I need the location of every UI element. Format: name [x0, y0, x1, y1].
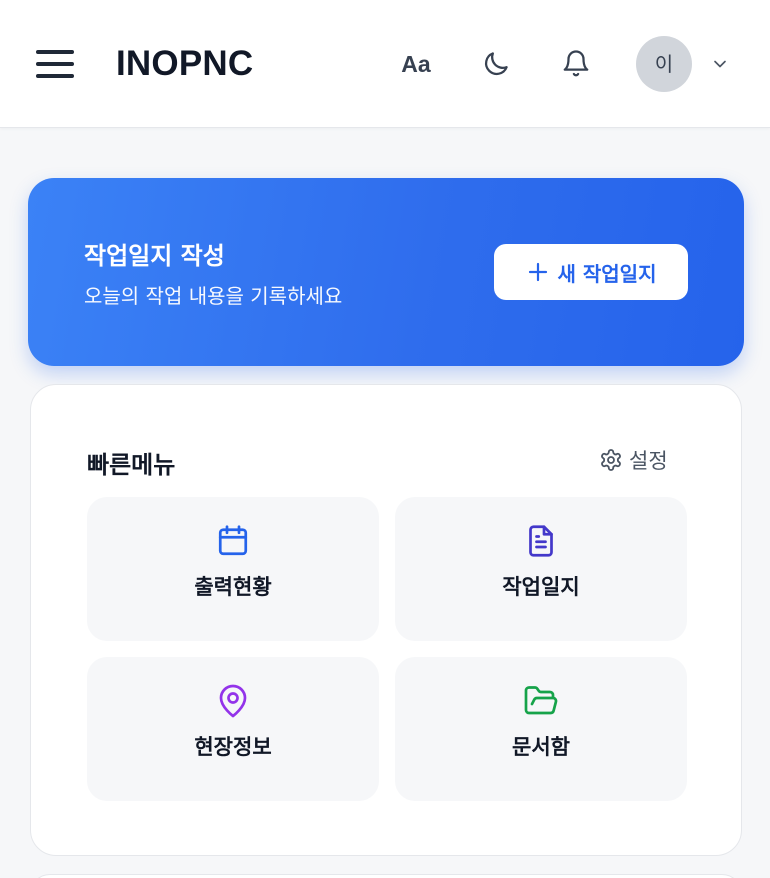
banner-subtitle: 오늘의 작업 내용을 기록하세요 — [84, 284, 343, 308]
next-section-card — [30, 874, 742, 878]
quick-menu-documents[interactable]: 문서함 — [395, 657, 687, 801]
chevron-down-icon — [714, 60, 726, 68]
quick-menu-site-info[interactable]: 현장정보 — [87, 657, 379, 801]
gear-icon — [601, 449, 621, 471]
quick-menu-worklog[interactable]: 작업일지 — [395, 497, 687, 641]
tile-label: 작업일지 — [502, 575, 580, 599]
quick-menu-attendance[interactable]: 출력현황 — [87, 497, 379, 641]
document-icon — [529, 525, 553, 557]
moon-icon — [484, 52, 508, 76]
top-header: INOPNC Aa 이 — [0, 0, 770, 128]
avatar-menu-button[interactable] — [708, 52, 732, 76]
quick-menu-card: 빠른메뉴 설정 출력현황 작업일지 현장정보 문서함 — [30, 384, 742, 856]
plus-icon — [528, 262, 547, 282]
brand-logo: INOPNC — [116, 44, 254, 83]
settings-label: 설정 — [629, 449, 668, 473]
calendar-icon — [218, 525, 248, 556]
notification-button[interactable] — [556, 44, 596, 84]
folder-open-icon — [524, 686, 558, 715]
banner-title: 작업일지 작성 — [84, 242, 225, 270]
theme-toggle-button[interactable] — [476, 44, 516, 84]
tile-label: 출력현황 — [194, 575, 272, 599]
hamburger-menu-icon[interactable] — [36, 50, 74, 78]
quick-menu-title: 빠른메뉴 — [87, 451, 176, 479]
new-worklog-banner: 작업일지 작성 오늘의 작업 내용을 기록하세요 새 작업일지 — [28, 178, 744, 366]
bell-icon — [563, 50, 589, 77]
map-pin-icon — [219, 684, 247, 718]
new-worklog-button-label: 새 작업일지 — [557, 261, 657, 286]
font-size-button[interactable]: Aa — [396, 44, 436, 84]
new-worklog-button[interactable]: 새 작업일지 — [494, 244, 688, 300]
tile-label: 문서함 — [512, 735, 570, 759]
tile-label: 현장정보 — [194, 735, 272, 759]
quick-menu-settings-button[interactable]: 설정 — [599, 443, 668, 477]
user-avatar[interactable]: 이 — [636, 36, 692, 92]
